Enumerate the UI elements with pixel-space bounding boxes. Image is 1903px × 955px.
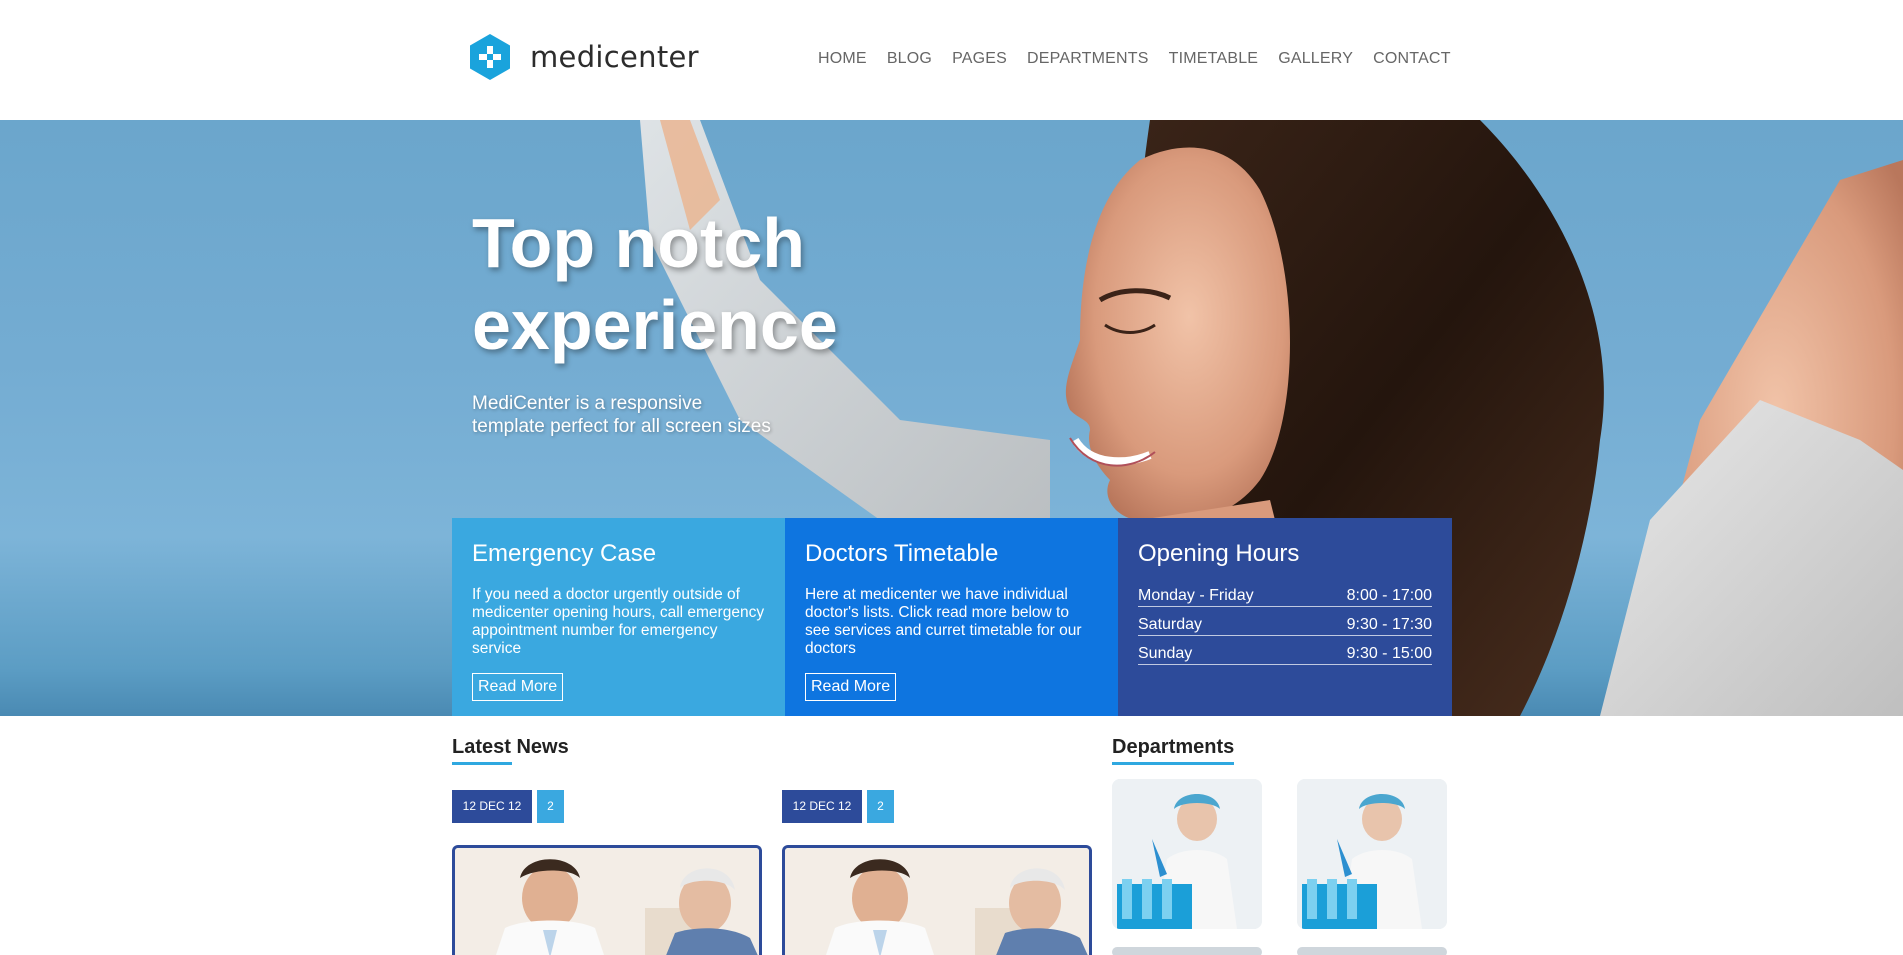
department-image[interactable] <box>1297 779 1447 929</box>
opening-hours-box: Opening Hours Monday - Friday 8:00 - 17:… <box>1118 518 1452 716</box>
news-image[interactable] <box>782 845 1092 955</box>
department-image[interactable] <box>1297 947 1447 955</box>
nav-pages[interactable]: PAGES <box>952 50 1007 68</box>
site-header: medicenter HOME BLOG PAGES DEPARTMENTS T… <box>0 0 1903 120</box>
hero-title-line2: experience <box>472 286 838 364</box>
nav-departments[interactable]: DEPARTMENTS <box>1027 50 1149 68</box>
medical-cross-icon <box>470 34 510 80</box>
department-image[interactable] <box>1112 779 1262 929</box>
news-date-badge: 12 DEC 12 <box>452 790 532 823</box>
hours-time: 9:30 - 17:30 <box>1346 616 1432 633</box>
heading-underline <box>452 762 512 765</box>
hours-time: 9:30 - 15:00 <box>1346 645 1432 662</box>
news-comment-count-badge[interactable]: 2 <box>537 790 564 823</box>
hours-day: Monday - Friday <box>1138 587 1254 604</box>
logo-text: medicenter <box>530 40 699 74</box>
opening-hours-title: Opening Hours <box>1138 540 1300 567</box>
latest-news-heading: Latest News <box>452 736 569 765</box>
timetable-read-more-button[interactable]: Read More <box>805 673 897 701</box>
hours-row: Sunday 9:30 - 15:00 <box>1138 644 1432 665</box>
news-date-badge: 12 DEC 12 <box>782 790 862 823</box>
timetable-box: Doctors Timetable Here at medicenter we … <box>785 518 1118 716</box>
nav-contact[interactable]: CONTACT <box>1373 50 1451 68</box>
nav-blog[interactable]: BLOG <box>887 50 932 68</box>
emergency-box: Emergency Case If you need a doctor urge… <box>452 518 785 716</box>
hours-row: Saturday 9:30 - 17:30 <box>1138 615 1432 636</box>
heading-underline <box>1112 762 1234 765</box>
hours-day: Saturday <box>1138 616 1203 633</box>
latest-news-title: Latest News <box>452 736 569 758</box>
hero-subtitle-line1: MediCenter is a responsive <box>472 393 703 414</box>
hero-title-line1: Top notch <box>472 204 806 282</box>
timetable-text: Here at medicenter we have individual do… <box>805 586 1082 657</box>
hours-time: 8:00 - 17:00 <box>1346 587 1432 604</box>
departments-title: Departments <box>1112 736 1235 758</box>
department-image[interactable] <box>1112 947 1262 955</box>
info-boxes: Emergency Case If you need a doctor urge… <box>452 518 1452 716</box>
nav-gallery[interactable]: GALLERY <box>1278 50 1353 68</box>
news-comment-count-badge[interactable]: 2 <box>867 790 894 823</box>
departments-heading: Departments <box>1112 736 1235 765</box>
hero-subtitle-line2: template perfect for all screen sizes <box>472 416 771 437</box>
hours-day: Sunday <box>1138 645 1193 662</box>
emergency-title: Emergency Case <box>472 540 657 567</box>
hours-row: Monday - Friday 8:00 - 17:00 <box>1138 586 1432 607</box>
timetable-title: Doctors Timetable <box>805 540 999 567</box>
main-nav: HOME BLOG PAGES DEPARTMENTS TIMETABLE GA… <box>818 50 1471 68</box>
logo[interactable]: medicenter <box>470 34 699 80</box>
emergency-text: If you need a doctor urgently outside of… <box>472 586 765 657</box>
nav-timetable[interactable]: TIMETABLE <box>1169 50 1259 68</box>
hero-title: Top notch experience <box>472 202 992 366</box>
nav-home[interactable]: HOME <box>818 50 867 68</box>
news-image[interactable] <box>452 845 762 955</box>
emergency-read-more-button[interactable]: Read More <box>472 673 564 701</box>
hero-subtitle: MediCenter is a responsive template perf… <box>472 392 812 438</box>
